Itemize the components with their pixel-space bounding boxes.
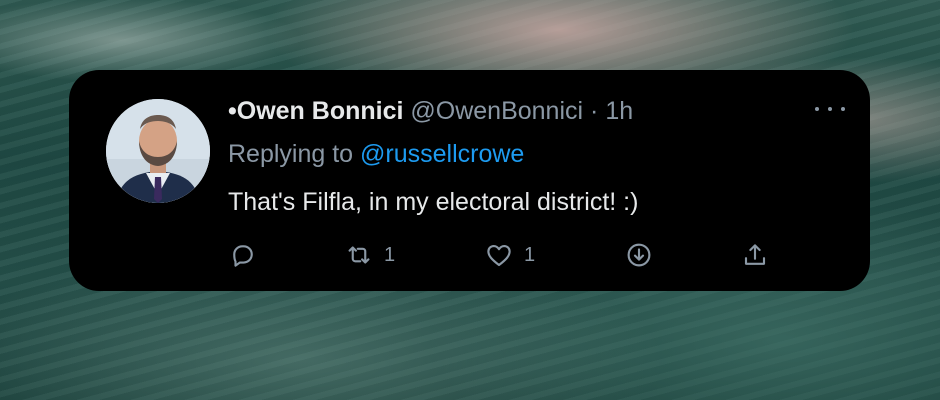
reply-button[interactable] xyxy=(228,238,258,272)
tweet-header: •Owen Bonnici @OwenBonnici · 1h xyxy=(228,96,633,126)
author-name[interactable]: •Owen Bonnici xyxy=(228,97,403,125)
tweet-text: That's Filfla, in my electoral district!… xyxy=(228,188,639,216)
author-handle[interactable]: @OwenBonnici xyxy=(410,97,583,125)
share-button[interactable] xyxy=(740,238,770,272)
avatar[interactable] xyxy=(106,99,210,203)
download-icon xyxy=(627,243,651,267)
tweet-time[interactable]: 1h xyxy=(605,97,633,125)
heart-icon xyxy=(487,244,511,267)
replying-prefix: Replying to xyxy=(228,140,354,168)
meta-separator: · xyxy=(590,97,599,125)
reply-icon xyxy=(233,245,253,267)
like-count: 1 xyxy=(524,243,536,266)
more-horizontal-icon[interactable] xyxy=(815,104,845,114)
retweet-button[interactable]: 1 xyxy=(344,238,395,272)
mention-link[interactable]: @russellcrowe xyxy=(360,140,524,168)
avatar-image xyxy=(106,99,210,203)
tweet-card[interactable]: •Owen Bonnici @OwenBonnici · 1h Replying… xyxy=(69,70,870,291)
tweet-actions: 1 1 xyxy=(228,238,788,272)
share-icon xyxy=(744,244,766,265)
retweet-count: 1 xyxy=(384,243,396,266)
retweet-icon xyxy=(348,246,370,264)
download-button[interactable] xyxy=(624,238,654,272)
like-button[interactable]: 1 xyxy=(484,238,535,272)
replying-to: Replying to @russellcrowe xyxy=(228,139,524,169)
